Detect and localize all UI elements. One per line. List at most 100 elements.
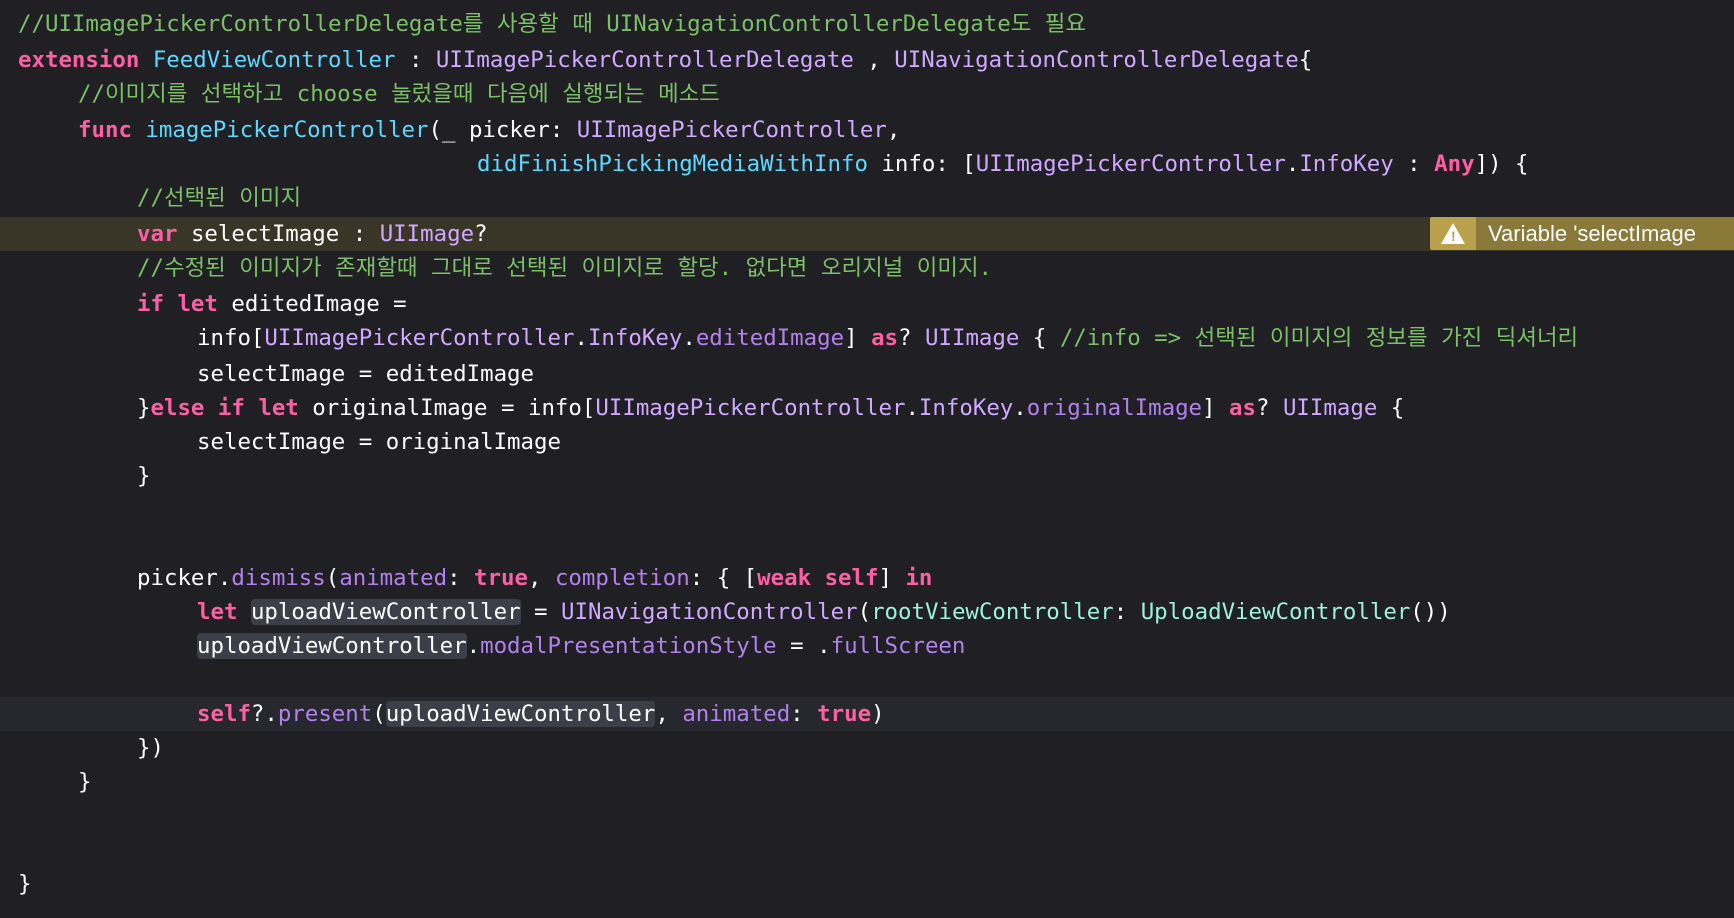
code-line[interactable]: selectImage = originalImage [0,425,1734,459]
type-name: UIImagePickerController [595,395,906,421]
code-line[interactable]: //이미지를 선택하고 choose 눌렀을때 다음에 실행되는 메소드 [0,77,1734,111]
type-name: UploadViewController [1140,599,1411,625]
punctuation: , [655,701,683,727]
punctuation: ? [1255,395,1283,421]
type-declaration: FeedViewController [152,47,396,73]
code-line[interactable]: } [0,459,1734,493]
property-name: originalImage [1026,395,1203,421]
code-line[interactable]: //수정된 이미지가 존재할때 그대로 선택된 이미지로 할당. 없다면 오리지… [0,251,1734,285]
code-text: editedImage = [217,291,407,317]
warning-banner[interactable]: ! Variable 'selectImage [1430,217,1734,250]
keyword: true [474,565,528,591]
keyword: as [1229,395,1256,421]
code-line[interactable]: didFinishPickingMediaWithInfo info: [UII… [0,147,1734,181]
code-line[interactable]: info[UIImagePickerController.InfoKey.edi… [0,321,1734,355]
punctuation: ( [325,565,340,591]
code-line[interactable]: if let editedImage = [0,287,1734,321]
comment: //선택된 이미지 [137,185,302,211]
type-name: UINavigationController [561,599,858,625]
comment: //수정된 이미지가 존재할때 그대로 선택된 이미지로 할당. 없다면 오리지… [137,255,993,281]
punctuation: info: [ [867,151,976,177]
keyword: var [137,221,178,247]
punctuation: (_ picker: [428,117,577,143]
code-text: originalImage = info[ [298,395,596,421]
punctuation: . [905,395,919,421]
punctuation: = [520,599,561,625]
punctuation: : [1393,151,1435,177]
comment: //info => 선택된 이미지의 정보를 가진 딕셔너리 [1059,325,1579,351]
code-line-current[interactable]: self?.present(uploadViewController, anim… [0,697,1734,731]
comment: //UIImagePickerControllerDelegate를 사용할 때… [18,11,1086,37]
code-line[interactable]: } [0,765,1734,799]
code-line[interactable]: uploadViewController.modalPresentationSt… [0,629,1734,663]
warning-message: Variable 'selectImage [1488,220,1697,246]
punctuation: ( [372,701,386,727]
punctuation: ) [871,701,885,727]
function-name: imagePickerController [145,117,429,143]
punctuation: ()) [1410,599,1451,625]
punctuation: ] [1202,395,1229,421]
punctuation: : [395,47,436,73]
keyword: weak [757,565,812,591]
property-name: fullScreen [830,633,966,659]
punctuation: : [447,565,475,591]
punctuation: { [1298,47,1313,73]
punctuation: : [1113,599,1141,625]
punctuation: ] [878,565,906,591]
argument-label: animated [339,565,448,591]
code-line[interactable]: let uploadViewController = UINavigationC… [0,595,1734,629]
code-text: selectImage = editedImage [197,361,535,387]
argument-label: rootViewController [871,599,1114,625]
code-line[interactable]: func imagePickerController(_ picker: UII… [0,113,1734,147]
code-text: info[ [197,325,265,351]
warning-triangle-icon: ! [1430,217,1476,250]
keyword: if [137,291,164,317]
punctuation: . [574,325,588,351]
code-line[interactable]: //선택된 이미지 [0,181,1734,215]
code-line[interactable]: }else if let originalImage = info[UIImag… [0,391,1734,425]
type-name: InfoKey [1299,151,1394,177]
punctuation: { [1377,395,1405,421]
code-text: picker. [137,565,232,591]
code-line[interactable]: selectImage = editedImage [0,357,1734,391]
keyword: let [258,395,299,421]
argument-label: didFinishPickingMediaWithInfo [477,151,868,177]
code-line[interactable]: //UIImagePickerControllerDelegate를 사용할 때… [0,7,1734,41]
punctuation: , [853,47,895,73]
closing-brace: } [18,871,32,897]
type-name: UIImagePickerController [975,151,1286,177]
code-text: selectImage = originalImage [197,429,561,455]
code-line[interactable]: extension FeedViewController : UIImagePi… [0,43,1734,77]
punctuation: . [682,325,696,351]
keyword: extension [18,47,140,73]
punctuation: ]) { [1474,151,1529,177]
punctuation: ] [844,325,872,351]
keyword: else [150,395,205,421]
property-name: editedImage [695,325,845,351]
keyword: Any [1434,151,1475,177]
closing-brace: }) [137,735,164,761]
punctuation: ( [857,599,872,625]
punctuation: } [137,395,151,421]
keyword: self [197,701,251,727]
punctuation: , [886,117,901,143]
code-line[interactable]: picker.dismiss(animated: true, completio… [0,561,1734,595]
type-name: UIImage [925,325,1020,351]
type-name: InfoKey [587,325,683,351]
variable-occurrence: uploadViewController [197,633,467,659]
type-name: UINavigationControllerDelegate [894,47,1299,73]
argument-label: completion [554,565,690,591]
code-line[interactable]: } [0,867,1734,901]
punctuation: ? [898,325,926,351]
punctuation: : [339,221,380,247]
method-name: dismiss [231,565,326,591]
code-editor[interactable]: //UIImagePickerControllerDelegate를 사용할 때… [0,0,1734,918]
variable-name: selectImage [190,221,340,247]
type-name: UIImagePickerController [576,117,887,143]
code-line[interactable]: }) [0,731,1734,765]
punctuation: : { [ [689,565,758,591]
punctuation: ?. [250,701,278,727]
punctuation: { [1019,325,1060,351]
keyword: let [197,599,238,625]
variable-occurrence: uploadViewController [385,701,656,727]
